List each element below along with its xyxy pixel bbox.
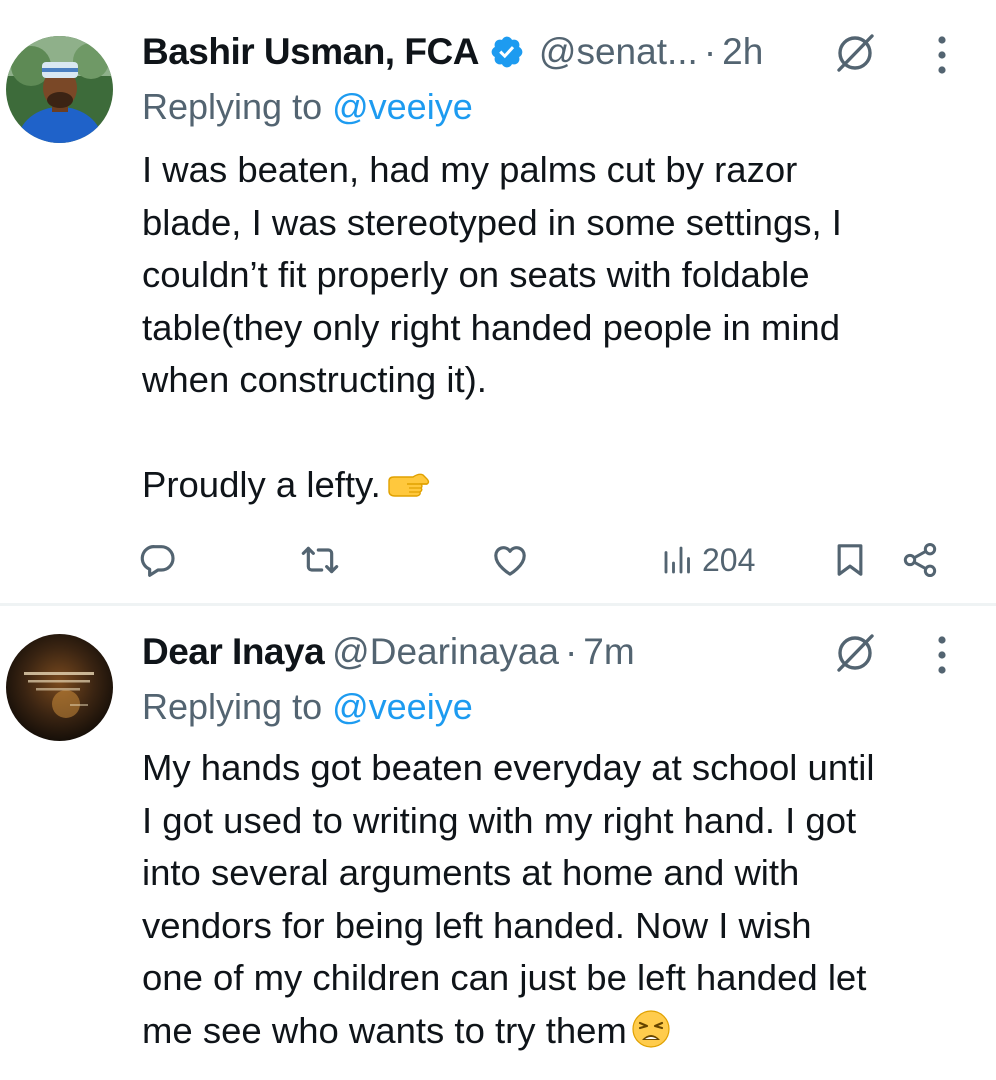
more-icon[interactable] [932, 632, 952, 678]
tweet-text: My hands got beaten everyday at school u… [142, 742, 972, 1063]
views-count: 204 [702, 541, 756, 578]
tweet-text-line: me see who wants to try them [142, 1005, 972, 1064]
mention-link[interactable]: @veeiye [332, 86, 473, 127]
tweet-header: Bashir Usman, FCA @senat... · 2h [142, 22, 763, 82]
like-button[interactable] [490, 530, 530, 590]
separator-dot: · [703, 31, 717, 72]
weary-face-icon [631, 1009, 671, 1064]
retweet-button[interactable] [300, 530, 340, 590]
grok-icon[interactable] [832, 630, 878, 676]
tweet-text-line: I was beaten, had my palms cut by razor [142, 149, 798, 190]
grok-icon[interactable] [832, 30, 878, 76]
bookmark-icon [830, 540, 870, 580]
reply-button[interactable] [138, 530, 178, 590]
share-button[interactable] [900, 530, 940, 590]
views-button[interactable]: 204 [660, 530, 755, 590]
tweet-header: Dear Inaya @Dearinayaa · 7m [142, 622, 635, 682]
more-icon[interactable] [932, 32, 952, 78]
replying-to: Replying to @veeiye [142, 86, 473, 128]
backhand-index-pointing-right-icon [385, 465, 431, 518]
verified-badge-icon [489, 34, 525, 70]
tweet-text-line: when constructing it). [142, 359, 487, 400]
tweet-text-line: Proudly a lefty. [142, 459, 972, 518]
tweet-text-fragment: me see who wants to try them [142, 1009, 627, 1051]
tweet-text-fragment: Proudly a lefty. [142, 464, 381, 505]
avatar[interactable] [6, 634, 113, 741]
timestamp[interactable]: 2h [722, 31, 763, 73]
replying-prefix: Replying to [142, 86, 333, 127]
like-icon [490, 540, 530, 580]
tweet-text-line: vendors for being left handed. Now I wis… [142, 904, 812, 946]
tweet-text-line: into several arguments at home and with [142, 852, 800, 893]
retweet-icon [300, 540, 340, 580]
mention-link[interactable]: @veeiye [332, 686, 473, 727]
author-handle[interactable]: @senat... [539, 31, 698, 73]
tweet-text-line: My hands got beaten everyday at school u… [142, 747, 875, 788]
tweet-text-line: table(they only right handed people in m… [142, 306, 841, 348]
avatar[interactable] [6, 36, 113, 143]
separator-dot: · [564, 631, 578, 672]
tweet-text: I was beaten, had my palms cut by razor … [142, 144, 972, 518]
reply-icon [138, 540, 178, 580]
timestamp[interactable]: 7m [583, 631, 634, 673]
replying-to: Replying to @veeiye [142, 686, 473, 728]
author-name[interactable]: Dear Inaya [142, 631, 325, 673]
tweet[interactable]: Dear Inaya @Dearinayaa · 7m Replying to … [0, 606, 996, 1080]
tweet-text-line: one of my children can just be left hand… [142, 957, 867, 998]
views-icon [660, 540, 696, 580]
share-icon [900, 540, 940, 580]
tweet-text-line: blade, I was stereotyped in some setting… [142, 201, 842, 243]
replying-prefix: Replying to [142, 686, 333, 727]
author-handle[interactable]: @Dearinayaa [332, 631, 559, 673]
author-name[interactable]: Bashir Usman, FCA [142, 31, 479, 73]
tweet-actions: 204 [0, 530, 996, 590]
tweet-text-line: couldn’t fit properly on seats with fold… [142, 254, 810, 295]
bookmark-button[interactable] [830, 530, 870, 590]
tweet-text-line: I got used to writing with my right hand… [142, 799, 857, 841]
tweet[interactable]: Bashir Usman, FCA @senat... · 2h Replyin… [0, 0, 996, 604]
